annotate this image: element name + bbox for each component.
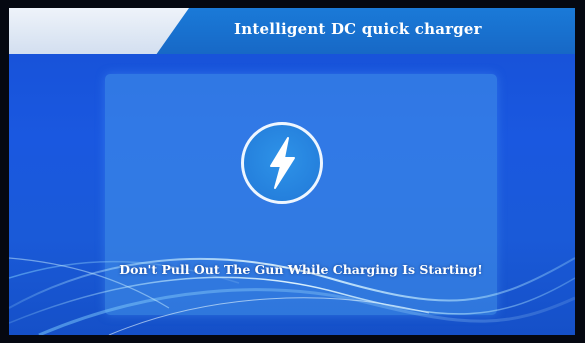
charging-status-indicator xyxy=(241,122,323,204)
lightning-bolt-icon xyxy=(270,137,295,189)
charger-display: Intelligent DC quick charger Don't Pull … xyxy=(0,0,585,343)
screen: Intelligent DC quick charger Don't Pull … xyxy=(9,8,575,335)
charging-warning-message: Don't Pull Out The Gun While Charging Is… xyxy=(119,262,483,277)
header-tab xyxy=(9,8,189,54)
header-title: Intelligent DC quick charger xyxy=(234,20,482,38)
header-bar: Intelligent DC quick charger xyxy=(9,8,575,54)
